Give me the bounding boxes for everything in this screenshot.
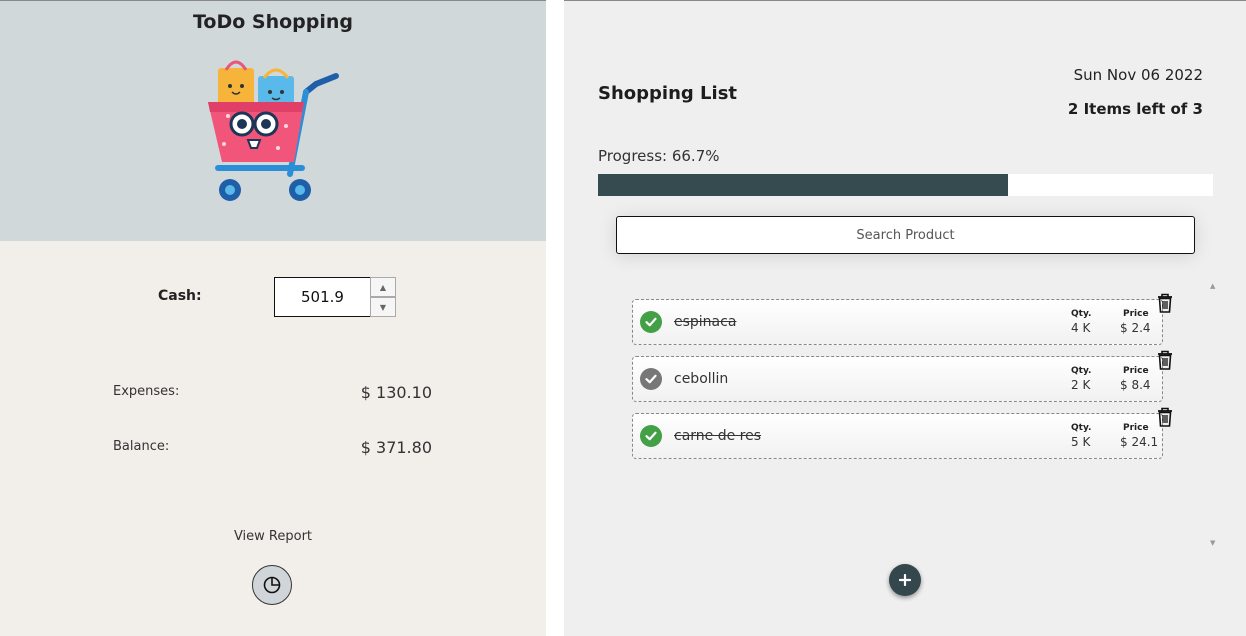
check-circle-icon[interactable] [640,311,662,333]
cash-input[interactable] [274,277,371,317]
balance-value: $ 371.80 [360,438,432,457]
check-circle-icon[interactable] [640,368,662,390]
view-report-button[interactable] [252,565,292,605]
stepper-down-button[interactable]: ▼ [370,297,396,317]
shopping-cart-illustration [208,60,339,201]
app-header: ToDo Shopping [0,0,546,241]
item-name: carne de res [674,428,762,444]
progress-fill [598,174,1009,196]
price-heading: Price [1123,423,1149,433]
wallet-panel: ToDo Shopping Cash: 501.9 ▲ ▼ Expenses: … [0,0,546,636]
item-price: $ 2.4 [1120,321,1151,335]
qty-heading: Qty. [1071,309,1092,319]
progress-label: Progress: 66.7% [598,147,720,165]
item-qty: 2 K [1071,378,1091,392]
price-heading: Price [1123,366,1149,376]
item-name: espinaca [674,314,737,330]
plus-icon [899,574,911,586]
expenses-label: Expenses: [113,384,180,399]
panel-divider [546,0,564,636]
list-item[interactable]: carne de res Qty. 5 K Price $ 24.1 [632,407,1172,459]
item-price: $ 8.4 [1120,378,1151,392]
list-item[interactable]: cebollin Qty. 2 K Price $ 8.4 [632,350,1172,402]
qty-heading: Qty. [1071,366,1092,376]
pie-chart-icon [263,576,281,594]
shopping-list-panel: Shopping List Sun Nov 06 2022 2 Items le… [564,0,1246,636]
item-qty: 5 K [1071,435,1091,449]
stepper-up-button[interactable]: ▲ [370,277,396,297]
trash-icon[interactable] [1155,349,1175,371]
add-item-button[interactable] [889,564,921,596]
expenses-value: $ 130.10 [360,383,432,402]
current-date: Sun Nov 06 2022 [1073,66,1203,84]
scroll-down-arrow-icon[interactable]: ▼ [1210,539,1215,547]
price-heading: Price [1123,309,1149,319]
trash-icon[interactable] [1155,292,1175,314]
cash-label: Cash: [158,288,202,304]
app-title: ToDo Shopping [192,11,354,33]
balance-label: Balance: [113,439,170,454]
trash-icon[interactable] [1155,406,1175,428]
check-circle-icon[interactable] [640,425,662,447]
items-left-counter: 2 Items left of 3 [1067,100,1203,118]
list-title: Shopping List [598,83,738,104]
scroll-up-arrow-icon[interactable]: ▲ [1210,282,1215,290]
progress-bar [598,174,1213,196]
item-qty: 4 K [1071,321,1091,335]
list-item[interactable]: espinaca Qty. 4 K Price $ 2.4 [632,293,1172,345]
item-price: $ 24.1 [1120,435,1159,449]
view-report-label: View Report [233,529,313,544]
list-scrollbar[interactable]: ▲ ▼ [1207,279,1221,549]
search-input[interactable] [616,216,1195,254]
qty-heading: Qty. [1071,423,1092,433]
shopping-items-list: espinaca Qty. 4 K Price $ 2.4 cebollin Q… [616,279,1206,549]
cash-stepper[interactable]: ▲ ▼ [370,277,396,317]
item-name: cebollin [674,371,729,387]
